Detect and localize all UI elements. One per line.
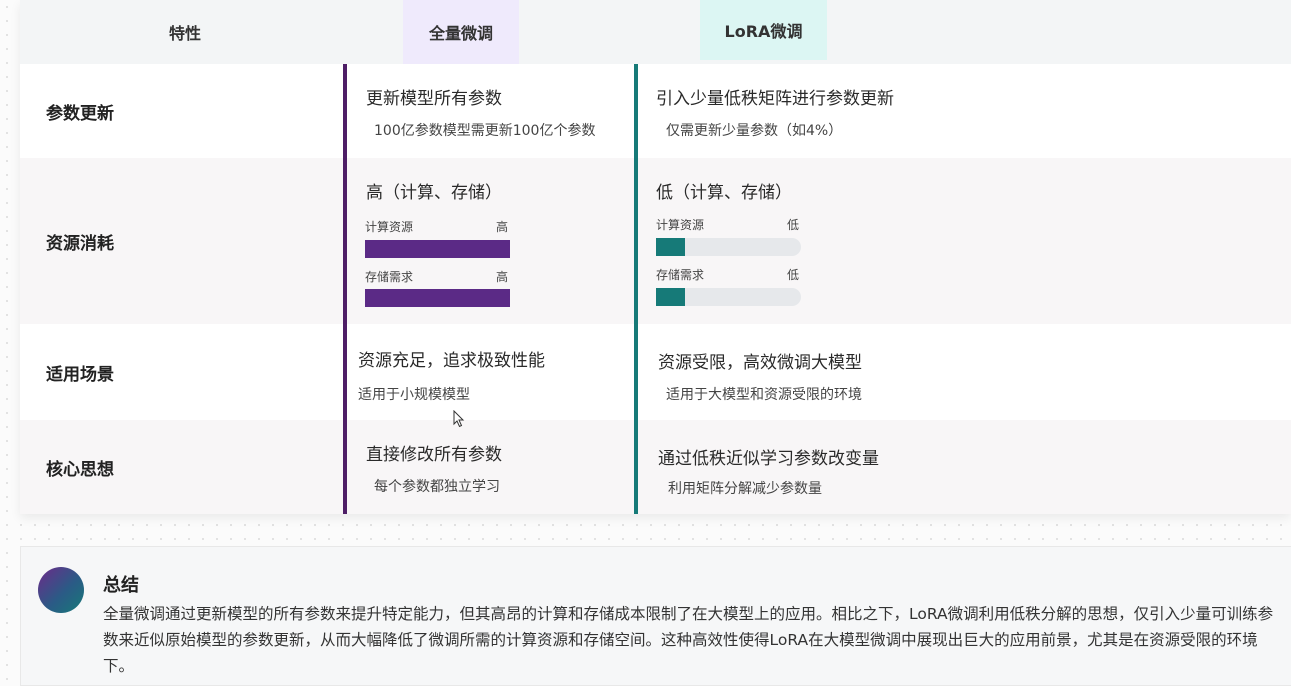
lora-cell-sub: 适用于大模型和资源受限的环境 xyxy=(666,387,862,403)
bar-fill xyxy=(656,288,685,306)
bar-fill xyxy=(365,240,510,258)
full-cell-title: 高（计算、存储） xyxy=(366,183,502,203)
header-lora-finetune: LoRA微调 xyxy=(700,0,827,60)
bar-label: 存储需求 xyxy=(365,270,414,284)
bar-label: 计算资源 xyxy=(365,220,414,234)
feature-label: 核心思想 xyxy=(46,459,114,480)
compute-bar-lora xyxy=(656,238,801,256)
full-cell-sub: 100亿参数模型需更新100亿个参数 xyxy=(374,123,596,139)
lora-cell-title: 资源受限，高效微调大模型 xyxy=(658,353,862,373)
summary-title: 总结 xyxy=(103,575,139,596)
lora-cell-title: 引入少量低秩矩阵进行参数更新 xyxy=(656,89,894,109)
storage-bar-full xyxy=(365,289,510,307)
full-cell-title: 直接修改所有参数 xyxy=(366,445,502,465)
table-row-core-idea: 核心思想 直接修改所有参数 每个参数都独立学习 通过低秩近似学习参数改变量 利用… xyxy=(20,420,1291,514)
table-header: 特性 全量微调 LoRA微调 xyxy=(20,0,1291,65)
table-row-param-update: 参数更新 更新模型所有参数 100亿参数模型需更新100亿个参数 引入少量低秩矩… xyxy=(20,64,1291,158)
table-row-resource: 资源消耗 高（计算、存储） 计算资源 高 存储需求 高 低（计算、存储） 计算资… xyxy=(20,158,1291,324)
compute-bar-full xyxy=(365,240,510,258)
full-cell-sub: 每个参数都独立学习 xyxy=(374,479,500,495)
bar-level: 高 xyxy=(496,220,509,234)
full-column-accent-line xyxy=(343,64,347,514)
storage-bar-lora xyxy=(656,288,801,306)
bar-level: 低 xyxy=(787,268,800,282)
bar-label: 存储需求 xyxy=(656,268,705,282)
lora-cell-title: 低（计算、存储） xyxy=(656,183,792,203)
feature-label: 参数更新 xyxy=(46,103,114,124)
bar-fill xyxy=(365,289,510,307)
full-cell-title: 更新模型所有参数 xyxy=(366,89,502,109)
bar-level: 高 xyxy=(496,270,509,284)
bar-level: 低 xyxy=(787,218,800,232)
full-cell-sub: 适用于小规模模型 xyxy=(358,387,470,403)
feature-label: 资源消耗 xyxy=(46,233,114,254)
bar-fill xyxy=(656,238,685,256)
lora-cell-sub: 仅需更新少量参数（如4%） xyxy=(666,123,843,139)
summary-card: 总结 全量微调通过更新模型的所有参数来提升特定能力，但其高昂的计算和存储成本限制… xyxy=(20,546,1291,686)
table-row-scenario: 适用场景 资源充足，追求极致性能 适用于小规模模型 资源受限，高效微调大模型 适… xyxy=(20,324,1291,420)
lora-column-accent-line xyxy=(634,64,638,514)
summary-body: 全量微调通过更新模型的所有参数来提升特定能力，但其高昂的计算和存储成本限制了在大… xyxy=(103,605,1274,675)
full-cell-title: 资源充足，追求极致性能 xyxy=(358,351,545,371)
comparison-table: 特性 全量微调 LoRA微调 参数更新 更新模型所有参数 100亿参数模型需更新… xyxy=(20,0,1291,514)
header-feature: 特性 xyxy=(168,24,201,43)
mouse-cursor-icon xyxy=(453,410,465,428)
feature-label: 适用场景 xyxy=(46,364,114,385)
summary-avatar-icon xyxy=(38,567,84,613)
header-full-finetune: 全量微调 xyxy=(403,0,519,64)
bar-label: 计算资源 xyxy=(656,218,705,232)
lora-cell-sub: 利用矩阵分解减少参数量 xyxy=(668,481,822,497)
lora-cell-title: 通过低秩近似学习参数改变量 xyxy=(658,449,879,469)
